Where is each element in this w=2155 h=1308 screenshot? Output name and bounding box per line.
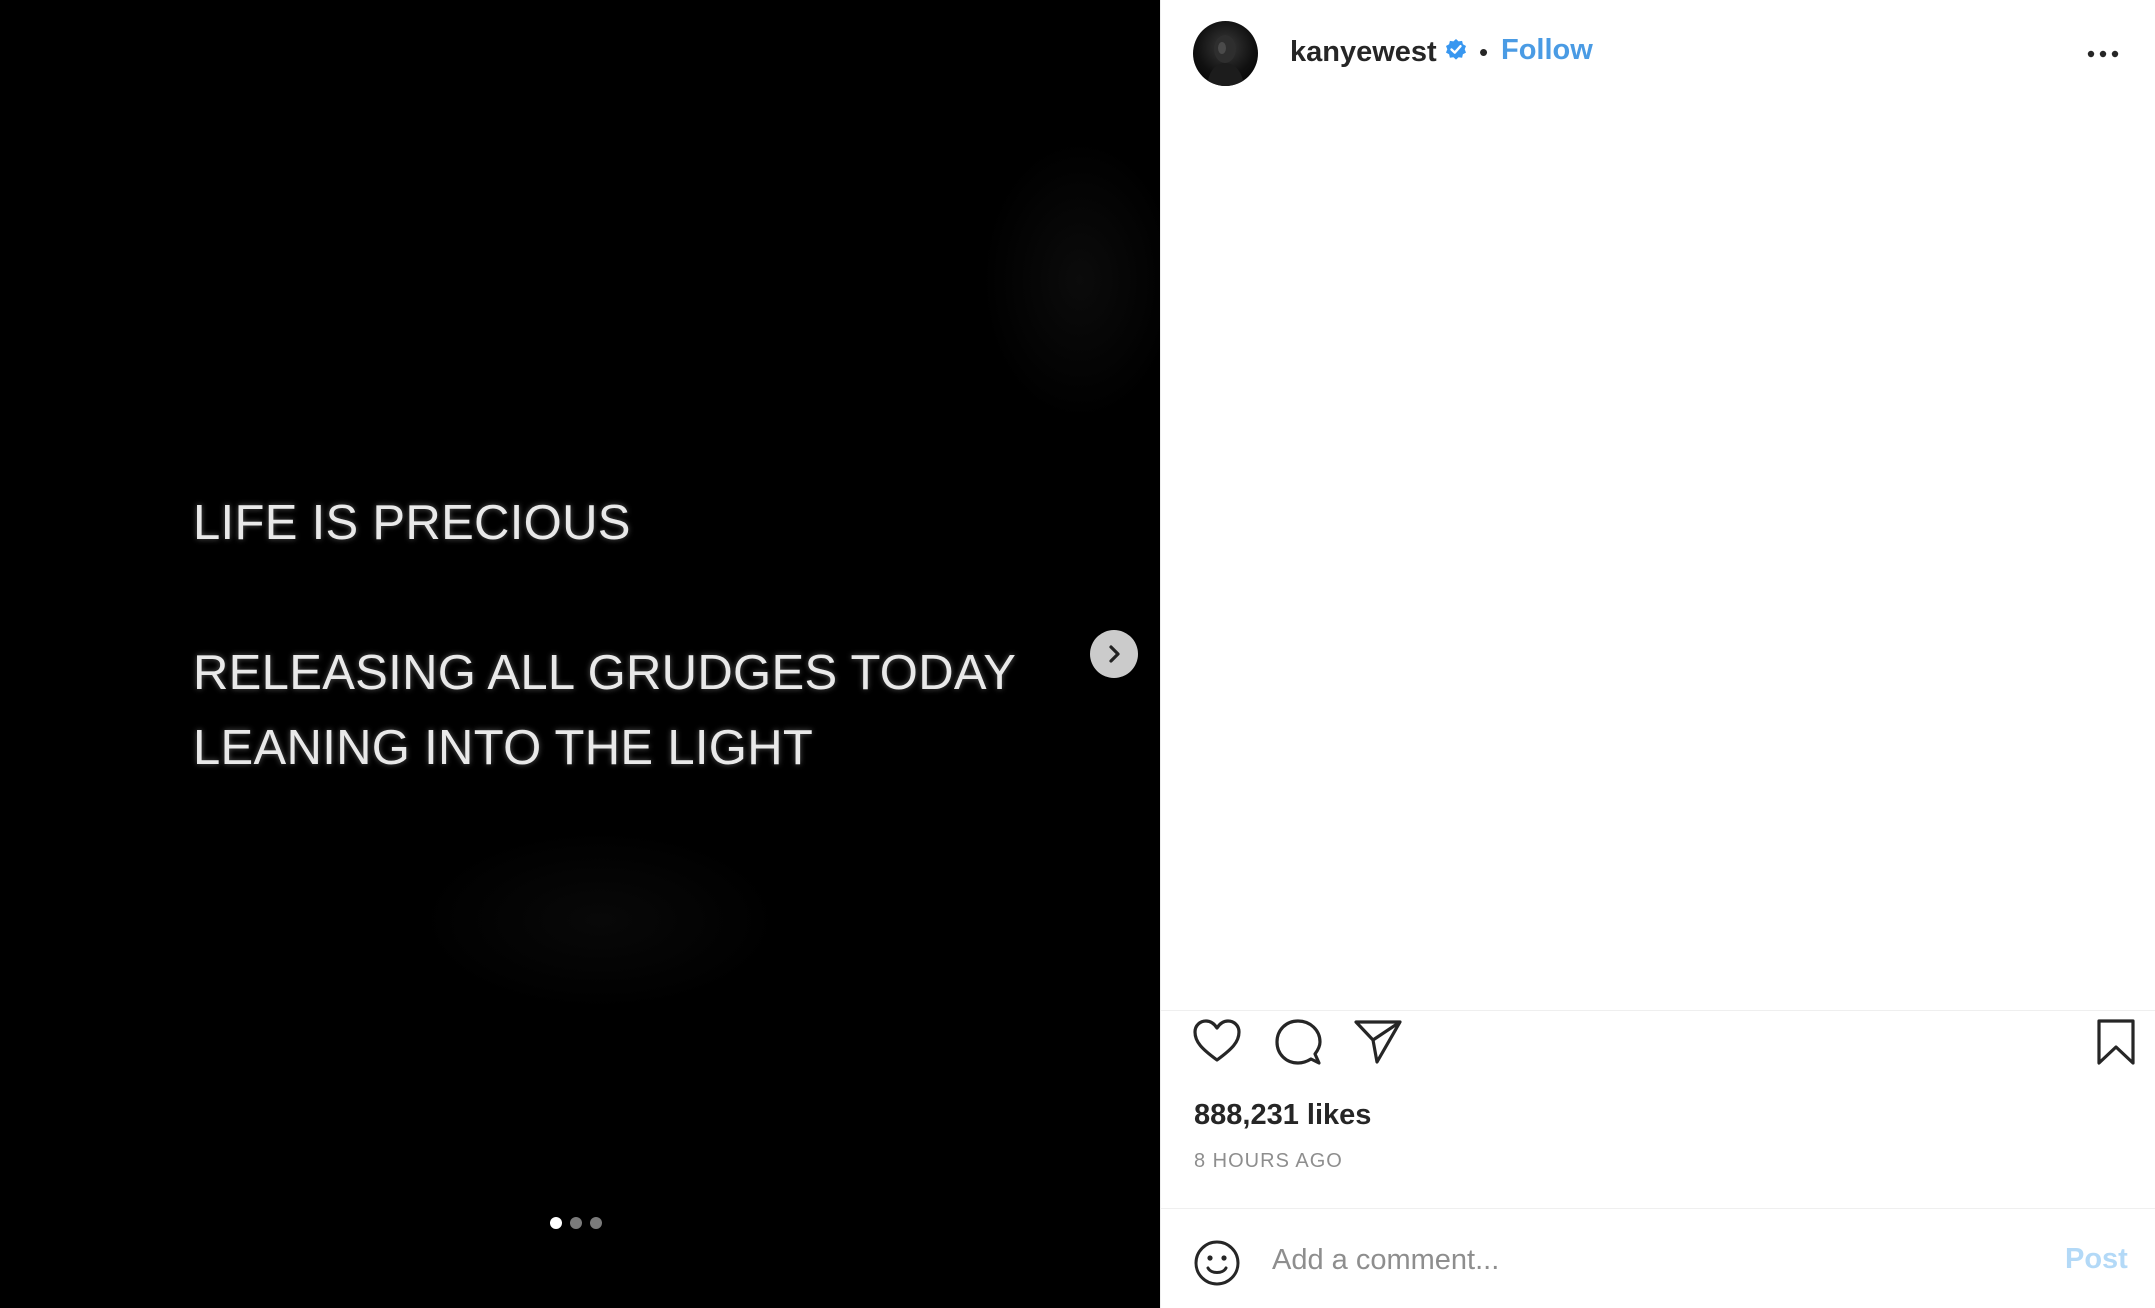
carousel-next-button[interactable]: [1090, 630, 1138, 678]
post-timestamp[interactable]: 8 HOURS AGO: [1194, 1149, 1343, 1173]
post-viewer: LIFE IS PRECIOUS RELEASING ALL GRUDGES T…: [0, 0, 2155, 1308]
carousel-dot-3: [590, 1217, 602, 1229]
post-media[interactable]: LIFE IS PRECIOUS RELEASING ALL GRUDGES T…: [0, 0, 1160, 1308]
likes-count[interactable]: 888,231 likes: [1194, 1097, 1371, 1133]
carousel-indicator: [550, 1217, 602, 1229]
comment-input[interactable]: [1272, 1237, 2012, 1283]
comment-icon[interactable]: [1274, 1018, 1322, 1066]
profile-avatar-icon: [1207, 35, 1244, 86]
carousel-dot-1: [550, 1217, 562, 1229]
action-bar: [1160, 1010, 2155, 1070]
more-options-icon[interactable]: [2083, 42, 2123, 66]
header-separator: •: [1479, 37, 1489, 67]
verified-badge-icon: [1446, 39, 1466, 60]
emoji-icon[interactable]: [1193, 1239, 1241, 1287]
bookmark-icon[interactable]: [2095, 1018, 2137, 1066]
comment-bar: Post: [1160, 1208, 2155, 1308]
media-text: LIFE IS PRECIOUS RELEASING ALL GRUDGES T…: [193, 486, 1016, 786]
post-comment-button[interactable]: Post: [2065, 1239, 2128, 1279]
media-line-2: RELEASING ALL GRUDGES TODAY: [193, 646, 1017, 700]
heart-icon[interactable]: [1192, 1018, 1242, 1064]
media-line-3: LEANING INTO THE LIGHT: [193, 721, 814, 775]
avatar[interactable]: [1193, 21, 1258, 86]
media-line-1: LIFE IS PRECIOUS: [193, 496, 631, 550]
follow-button[interactable]: Follow: [1501, 31, 1593, 69]
chevron-right-icon: [1109, 645, 1120, 663]
username[interactable]: kanyewest: [1290, 34, 1437, 70]
paper-plane-icon[interactable]: [1353, 1018, 1403, 1066]
carousel-dot-2: [570, 1217, 582, 1229]
